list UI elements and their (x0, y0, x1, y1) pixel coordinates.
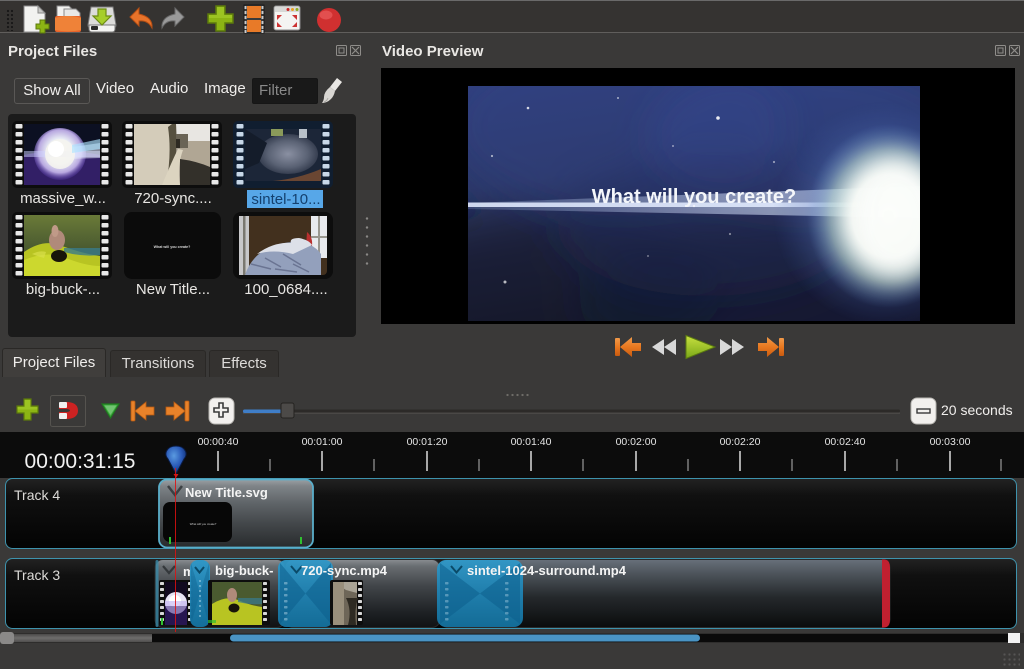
svg-text:What will you create?: What will you create? (190, 522, 217, 526)
svg-text:New Title...: New Title... (136, 281, 210, 298)
svg-text:00:01:00: 00:01:00 (302, 436, 343, 448)
svg-text:What will you create?: What will you create? (592, 186, 796, 208)
svg-text:720-sync....: 720-sync.... (134, 190, 212, 207)
svg-text:720-sync.mp4: 720-sync.mp4 (301, 563, 388, 578)
svg-text:sintel-1024-surround.mp4: sintel-1024-surround.mp4 (467, 563, 627, 578)
svg-text:Track 3: Track 3 (14, 567, 60, 583)
svg-text:00:02:00: 00:02:00 (616, 436, 657, 448)
svg-text:sintel-10...: sintel-10... (251, 191, 320, 208)
svg-text:00:00:40: 00:00:40 (198, 436, 239, 448)
svg-text:00:01:40: 00:01:40 (511, 436, 552, 448)
svg-text:big-buck-...: big-buck-... (26, 281, 100, 298)
svg-text:00:03:00: 00:03:00 (930, 436, 971, 448)
svg-text:100_0684....: 100_0684.... (244, 281, 327, 298)
svg-text:Track 4: Track 4 (14, 487, 60, 503)
svg-text:New Title.svg: New Title.svg (185, 485, 268, 500)
svg-text:00:01:20: 00:01:20 (407, 436, 448, 448)
svg-text:What will you create?: What will you create? (154, 245, 191, 249)
svg-text:big-buck-: big-buck- (215, 563, 274, 578)
svg-text:massive_w...: massive_w... (20, 190, 106, 207)
svg-text:00:02:40: 00:02:40 (825, 436, 866, 448)
svg-text:00:00:31:15: 00:00:31:15 (25, 450, 136, 473)
svg-text:00:02:20: 00:02:20 (720, 436, 761, 448)
